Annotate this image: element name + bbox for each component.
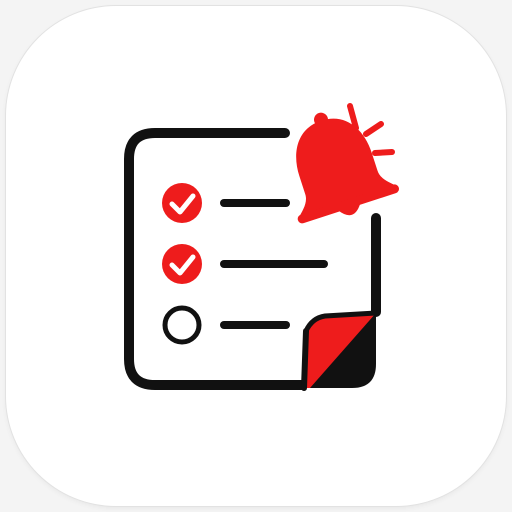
bell-icon [296,112,399,224]
check-circle-icon [162,244,202,284]
checklist-item-3 [162,305,290,345]
checklist-item-2 [162,244,328,284]
app-icon-canvas [0,0,512,512]
check-circle-icon [162,183,202,223]
reminder-checklist-icon [124,103,399,391]
empty-circle-icon [162,305,202,345]
page-curl-icon [301,310,379,391]
checklist-item-1 [162,183,290,223]
document-outline [124,128,307,390]
